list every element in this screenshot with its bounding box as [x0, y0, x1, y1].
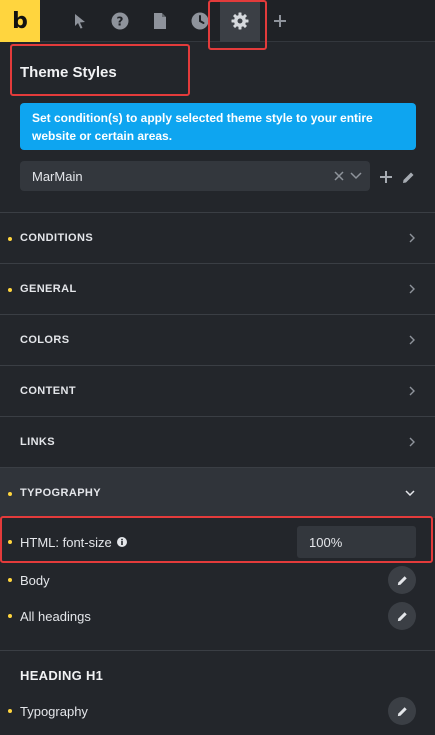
section-label: TYPOGRAPHY — [20, 487, 102, 499]
theme-style-select[interactable]: MarMain — [20, 161, 370, 191]
clear-icon[interactable] — [334, 161, 344, 191]
section-conditions[interactable]: CONDITIONS — [0, 212, 435, 263]
h1-typography-label: Typography — [20, 703, 88, 719]
body-row: Body — [0, 563, 435, 597]
section-label: LINKS — [20, 436, 55, 448]
chevron-right-icon — [409, 335, 415, 345]
section-general[interactable]: GENERAL — [0, 263, 435, 314]
section-label: CONDITIONS — [20, 232, 94, 244]
modified-dot — [8, 540, 12, 544]
gear-icon[interactable] — [220, 0, 260, 42]
html-font-size-input[interactable] — [297, 526, 416, 558]
panel-title: Theme Styles — [20, 64, 117, 81]
top-toolbar: b ? — [0, 0, 435, 42]
chevron-down-icon[interactable] — [350, 161, 362, 191]
edit-h1-typography-button[interactable] — [388, 697, 416, 725]
chevron-right-icon — [409, 284, 415, 294]
modified-dot — [8, 288, 12, 292]
history-icon[interactable] — [180, 0, 220, 42]
section-label: COLORS — [20, 334, 70, 346]
help-icon[interactable]: ? — [100, 0, 140, 42]
pencil-icon — [397, 575, 407, 585]
info-message: Set condition(s) to apply selected theme… — [20, 103, 416, 150]
info-icon[interactable] — [116, 535, 127, 550]
section-links[interactable]: LINKS — [0, 416, 435, 467]
add-style-icon[interactable] — [378, 169, 394, 185]
section-label: CONTENT — [20, 385, 76, 397]
pencil-icon — [397, 611, 407, 621]
builder-logo[interactable]: b — [0, 0, 40, 42]
edit-body-button[interactable] — [388, 566, 416, 594]
all-headings-row: All headings — [0, 599, 435, 633]
section-typography[interactable]: TYPOGRAPHY — [0, 467, 435, 518]
modified-dot — [8, 578, 12, 582]
modified-dot — [8, 492, 12, 496]
section-label: GENERAL — [20, 283, 77, 295]
edit-headings-button[interactable] — [388, 602, 416, 630]
chevron-right-icon — [409, 386, 415, 396]
page-icon[interactable] — [140, 0, 180, 42]
modified-dot — [8, 614, 12, 618]
section-content[interactable]: CONTENT — [0, 365, 435, 416]
pencil-icon — [397, 706, 407, 716]
modified-dot — [8, 709, 12, 713]
section-colors[interactable]: COLORS — [0, 314, 435, 365]
all-headings-label: All headings — [20, 608, 91, 624]
svg-text:?: ? — [117, 15, 124, 29]
modified-dot — [8, 237, 12, 241]
h1-typography-row: Typography — [0, 694, 435, 728]
cursor-icon[interactable] — [60, 0, 100, 42]
html-font-size-text: HTML: font-size — [20, 534, 112, 550]
html-font-size-label: HTML: font-size — [20, 535, 127, 550]
chevron-right-icon — [409, 437, 415, 447]
chevron-down-icon — [405, 490, 415, 496]
body-label: Body — [20, 572, 50, 588]
heading-h1-title: HEADING H1 — [20, 668, 104, 683]
chevron-right-icon — [409, 233, 415, 243]
edit-style-icon[interactable] — [400, 169, 416, 185]
selected-style-value: MarMain — [32, 168, 83, 184]
plus-icon[interactable] — [260, 0, 300, 42]
html-font-size-row: HTML: font-size — [0, 525, 435, 559]
